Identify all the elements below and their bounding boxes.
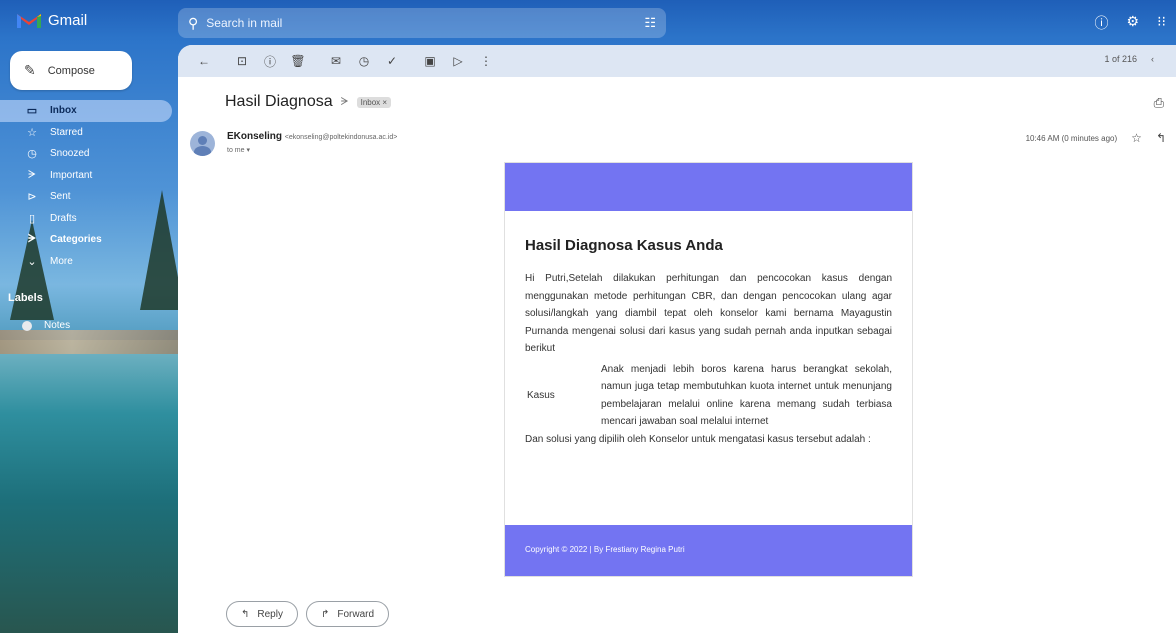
important-marker-icon[interactable]: ᗒ bbox=[341, 96, 349, 109]
sidebar-item-label: Important bbox=[50, 169, 93, 181]
gmail-logo[interactable]: Gmail bbox=[16, 10, 87, 30]
move-to-icon[interactable]: ▣ bbox=[416, 54, 444, 68]
recipient-details[interactable]: to me ▾ bbox=[227, 146, 250, 154]
delete-icon[interactable]: 🗑 bbox=[284, 54, 312, 68]
gmail-m-icon bbox=[16, 10, 42, 30]
sidebar-item-categories[interactable]: ᗒ Categories bbox=[0, 229, 172, 251]
sidebar-label-notes[interactable]: Notes bbox=[22, 320, 70, 331]
sender-email: <ekonseling@poltekindonusa.ac.id> bbox=[284, 134, 398, 141]
message-toolbar: ← ⊡ ⓘ 🗑 ✉ ◷ ✓ ▣ ▷ ⋮ 1 of 216 ‹ bbox=[178, 45, 1176, 77]
avatar[interactable] bbox=[190, 131, 215, 156]
email-card: Hasil Diagnosa Kasus Anda Hi Putri,Setel… bbox=[504, 162, 913, 577]
important-icon: ᗒ bbox=[28, 168, 36, 181]
top-bar: Gmail ⚲ Search in mail ☷ ⓘ ⚙ ⁝⁝ bbox=[0, 0, 1176, 45]
chevron-down-icon: ⌄ bbox=[27, 255, 37, 268]
search-input[interactable]: Search in mail bbox=[206, 16, 644, 30]
inbox-label-chip[interactable]: Inbox × bbox=[356, 96, 392, 108]
sidebar-item-label: Starred bbox=[50, 126, 83, 138]
timestamp: 10:46 AM (0 minutes ago) bbox=[1025, 133, 1118, 143]
card-header-band bbox=[505, 163, 912, 211]
card-body: Hasil Diagnosa Kasus Anda Hi Putri,Setel… bbox=[505, 211, 912, 448]
top-right-controls: ⓘ ⚙ ⁝⁝ bbox=[1095, 13, 1166, 33]
search-icon[interactable]: ⚲ bbox=[188, 15, 198, 32]
card-solution: Dan solusi yang dipilih oleh Konselor un… bbox=[525, 433, 871, 445]
sidebar-item-label: Sent bbox=[50, 191, 71, 203]
label-icon: ᗒ bbox=[28, 233, 36, 246]
card-intro: Hi Putri,Setelah dilakukan perhitungan d… bbox=[525, 273, 892, 354]
app-name: Gmail bbox=[48, 11, 88, 29]
sidebar-item-label: Categories bbox=[50, 234, 102, 246]
reply-button[interactable]: ↰ Reply bbox=[226, 601, 298, 627]
compose-button[interactable]: ✎ Compose bbox=[10, 51, 132, 90]
email-subject: Hasil Diagnosa bbox=[225, 93, 333, 110]
background-lake bbox=[0, 340, 180, 633]
background-shore bbox=[0, 330, 180, 354]
draft-icon: ▯ bbox=[28, 212, 36, 225]
subject-row: Hasil Diagnosa ᗒ Inbox × bbox=[225, 93, 392, 111]
forward-button[interactable]: ↱ Forward bbox=[305, 601, 390, 627]
report-spam-icon[interactable]: ⓘ bbox=[256, 53, 284, 70]
labels-heading: Labels bbox=[8, 292, 43, 304]
forward-label: Forward bbox=[337, 608, 375, 620]
sidebar-item-label: Snoozed bbox=[50, 148, 90, 160]
sidebar-item-label: Drafts bbox=[50, 212, 77, 224]
reply-label: Reply bbox=[257, 608, 283, 620]
sidebar-item-important[interactable]: ᗒ Important bbox=[0, 165, 172, 187]
sidebar-item-label: Inbox bbox=[50, 105, 77, 117]
print-icon[interactable]: ⎙ bbox=[1154, 95, 1164, 111]
chevron-left-icon[interactable]: ‹ bbox=[1151, 54, 1154, 64]
snooze-icon[interactable]: ◷ bbox=[350, 54, 378, 68]
pencil-icon: ✎ bbox=[24, 62, 36, 78]
sidebar-item-label: Notes bbox=[44, 320, 71, 331]
inbox-icon: ▭ bbox=[26, 105, 38, 118]
search-bar[interactable]: ⚲ Search in mail ☷ bbox=[178, 8, 666, 38]
sidebar-item-snoozed[interactable]: ◷ Snoozed bbox=[0, 143, 172, 165]
sidebar-item-inbox[interactable]: ▭ Inbox bbox=[0, 100, 172, 122]
sidebar-item-label: More bbox=[50, 255, 73, 267]
clock-icon: ◷ bbox=[27, 148, 37, 161]
sender-name[interactable]: EKonseling bbox=[227, 131, 282, 142]
add-task-icon[interactable]: ✓ bbox=[378, 54, 406, 68]
sidebar-item-drafts[interactable]: ▯ Drafts bbox=[0, 208, 172, 230]
kasus-text: Anak menjadi lebih boros karena harus be… bbox=[601, 363, 892, 428]
archive-icon[interactable]: ⊡ bbox=[228, 54, 256, 68]
sender-info: EKonseling <ekonseling@poltekindonusa.ac… bbox=[227, 131, 397, 142]
star-icon: ☆ bbox=[27, 126, 37, 139]
pager-text: 1 of 216 bbox=[1104, 54, 1137, 64]
sidebar-item-starred[interactable]: ☆ Starred bbox=[0, 122, 172, 144]
forward-icon: ↱ bbox=[320, 608, 330, 620]
reply-icon[interactable]: ↰ bbox=[1156, 131, 1166, 145]
kasus-label: Kasus bbox=[527, 390, 555, 401]
pagination: 1 of 216 ‹ bbox=[1104, 54, 1154, 64]
sidebar-nav: ▭ Inbox ☆ Starred ◷ Snoozed ᗒ Important … bbox=[0, 100, 172, 272]
card-footer: Copyright © 2022 | By Frestiany Regina P… bbox=[505, 525, 912, 576]
message-meta: 10:46 AM (0 minutes ago) ☆ ↰ bbox=[1026, 131, 1166, 145]
send-icon: ⊳ bbox=[27, 191, 37, 204]
more-options-icon[interactable]: ⋮ bbox=[472, 54, 500, 68]
reply-icon: ↰ bbox=[241, 608, 250, 620]
label-color-icon bbox=[22, 320, 32, 331]
search-options-icon[interactable]: ☷ bbox=[644, 15, 656, 31]
sidebar-item-sent[interactable]: ⊳ Sent bbox=[0, 186, 172, 208]
settings-gear-icon[interactable]: ⚙ bbox=[1127, 13, 1140, 33]
mark-unread-icon[interactable]: ✉ bbox=[322, 54, 350, 68]
compose-label: Compose bbox=[47, 64, 95, 77]
labels-icon[interactable]: ▷ bbox=[444, 54, 472, 68]
help-icon[interactable]: ⓘ bbox=[1095, 13, 1109, 33]
message-view: ← ⊡ ⓘ 🗑 ✉ ◷ ✓ ▣ ▷ ⋮ 1 of 216 ‹ Hasil Dia… bbox=[178, 45, 1176, 633]
kasus-row: Kasus Anak menjadi lebih boros karena ha… bbox=[525, 361, 892, 431]
card-title: Hasil Diagnosa Kasus Anda bbox=[525, 237, 723, 254]
reply-actions: ↰ Reply ↱ Forward bbox=[226, 601, 390, 627]
star-icon[interactable]: ☆ bbox=[1131, 131, 1142, 145]
sidebar-item-more[interactable]: ⌄ More bbox=[0, 251, 172, 273]
apps-grid-icon[interactable]: ⁝⁝ bbox=[1157, 13, 1166, 33]
back-arrow-icon[interactable]: ← bbox=[190, 54, 218, 68]
